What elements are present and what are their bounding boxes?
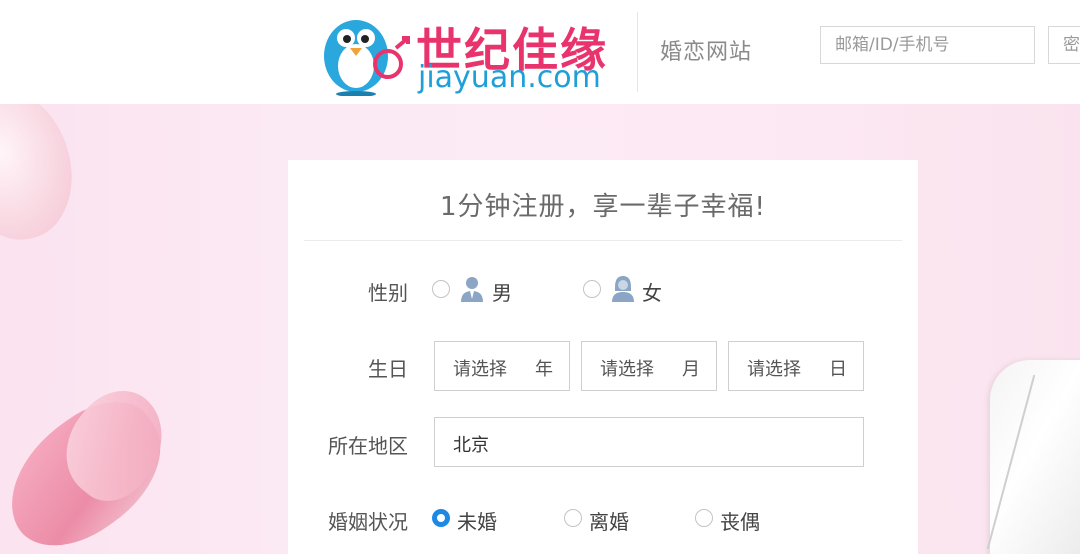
marital-single-radio[interactable] (432, 509, 450, 527)
male-avatar-icon (461, 277, 483, 302)
registration-title: 1分钟注册，享一辈子幸福! (440, 192, 766, 222)
region-label: 所在地区 (328, 434, 408, 458)
site-tagline: 婚恋网站 (660, 40, 753, 65)
marital-widowed-radio[interactable] (695, 509, 713, 527)
birth-year-placeholder: 请选择 (453, 359, 507, 380)
gender-male-label[interactable]: 男 (492, 277, 512, 306)
gender-male-radio[interactable] (432, 280, 450, 298)
login-username-input[interactable] (820, 26, 1035, 64)
birth-year-select[interactable]: 请选择 年 (434, 341, 570, 391)
birth-year-unit: 年 (535, 359, 553, 380)
login-password-input[interactable] (1048, 26, 1080, 64)
marital-status-label: 婚姻状况 (328, 510, 408, 534)
gender-label: 性别 (368, 281, 408, 305)
birth-day-select[interactable]: 请选择 日 (728, 341, 864, 391)
birth-day-placeholder: 请选择 (747, 359, 801, 380)
bird-mascot-icon (324, 20, 410, 97)
title-divider (304, 240, 902, 241)
birthday-label: 生日 (368, 357, 408, 381)
gender-female-label[interactable]: 女 (642, 277, 662, 306)
marital-single-label[interactable]: 未婚 (457, 506, 497, 535)
marital-divorced-label[interactable]: 离婚 (589, 506, 629, 535)
site-header: 世纪佳缘 jiayuan.com 婚恋网站 (0, 0, 1080, 104)
region-value: 北京 (453, 435, 489, 456)
birth-month-select[interactable]: 请选择 月 (581, 341, 717, 391)
female-avatar-icon (612, 276, 634, 302)
model-photo (990, 360, 1080, 554)
marital-divorced-radio[interactable] (564, 509, 582, 527)
registration-card: 1分钟注册，享一辈子幸福! 性别 男 女 生日 请选择 年 请选择 月 请选择 … (288, 160, 918, 554)
birth-day-unit: 日 (829, 359, 847, 380)
birth-month-unit: 月 (682, 359, 700, 380)
site-logo[interactable]: 世纪佳缘 jiayuan.com (316, 8, 606, 97)
header-divider (637, 12, 638, 92)
birth-month-placeholder: 请选择 (600, 359, 654, 380)
gender-female-radio[interactable] (583, 280, 601, 298)
marital-widowed-label[interactable]: 丧偶 (720, 506, 760, 535)
region-select[interactable]: 北京 (434, 417, 864, 467)
logo-domain-text: jiayuan.com (418, 60, 601, 95)
